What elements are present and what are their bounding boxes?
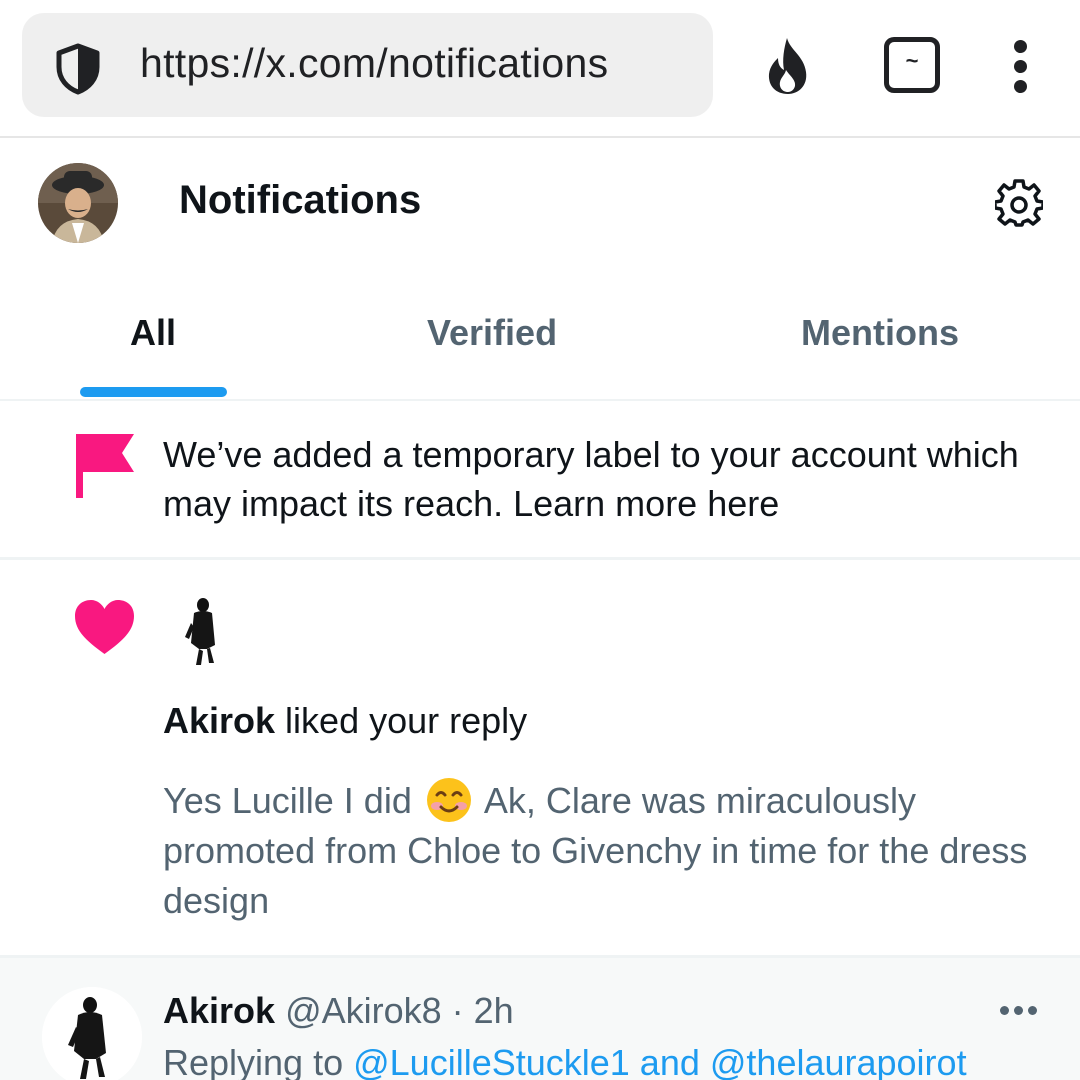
avatar[interactable] bbox=[163, 593, 243, 673]
browser-toolbar: https://x.com/notifications ~ bbox=[0, 0, 1080, 138]
account-label-notice[interactable]: We’ve added a temporary label to your ac… bbox=[163, 430, 1043, 528]
mention-link[interactable]: @thelaurapoirot bbox=[710, 1042, 967, 1080]
liker-name[interactable]: Akirok bbox=[163, 700, 275, 741]
tab-verified[interactable]: Verified bbox=[427, 312, 557, 354]
gear-icon[interactable] bbox=[995, 179, 1043, 227]
tweet-separator: · bbox=[441, 990, 474, 1031]
divider bbox=[0, 399, 1080, 401]
divider bbox=[0, 557, 1080, 560]
replying-to: Replying to @LucilleStuckle1 and @thelau… bbox=[163, 1042, 967, 1080]
fire-icon[interactable] bbox=[760, 36, 816, 96]
reply-preview-text-start: Yes Lucille I did bbox=[163, 780, 422, 821]
reply-preview[interactable]: Yes Lucille I did Ak, Clare was miraculo… bbox=[163, 776, 1043, 926]
tweet-time[interactable]: 2h bbox=[474, 990, 514, 1031]
tab-all[interactable]: All bbox=[130, 312, 176, 354]
tab-switcher-glyph: ~ bbox=[905, 48, 919, 73]
page-title: Notifications bbox=[179, 178, 422, 222]
profile-avatar[interactable] bbox=[38, 163, 118, 243]
url-text[interactable]: https://x.com/notifications bbox=[140, 40, 608, 87]
active-tab-indicator bbox=[80, 387, 227, 397]
replying-prefix: Replying to bbox=[163, 1042, 354, 1080]
heart-icon bbox=[75, 600, 134, 654]
tab-switcher-button[interactable]: ~ bbox=[884, 37, 940, 93]
flag-icon bbox=[76, 434, 134, 498]
more-icon[interactable] bbox=[998, 1006, 1038, 1018]
like-notification-text[interactable]: Akirok liked your reply bbox=[163, 700, 527, 742]
shield-icon[interactable] bbox=[50, 41, 106, 97]
tweet-author-name[interactable]: Akirok bbox=[163, 990, 275, 1031]
like-action-text: liked your reply bbox=[275, 700, 528, 741]
smiling-face-icon bbox=[426, 778, 471, 822]
tab-mentions[interactable]: Mentions bbox=[801, 312, 959, 354]
tweet-author-handle[interactable]: @Akirok8 bbox=[285, 990, 442, 1031]
mention-link[interactable]: @LucilleStuckle1 bbox=[353, 1042, 630, 1080]
kebab-menu-icon[interactable] bbox=[1006, 38, 1038, 94]
replying-conjunction: and bbox=[629, 1042, 710, 1080]
tweet-header: Akirok @Akirok8 · 2h bbox=[163, 990, 514, 1032]
tweet-avatar[interactable] bbox=[42, 987, 142, 1080]
